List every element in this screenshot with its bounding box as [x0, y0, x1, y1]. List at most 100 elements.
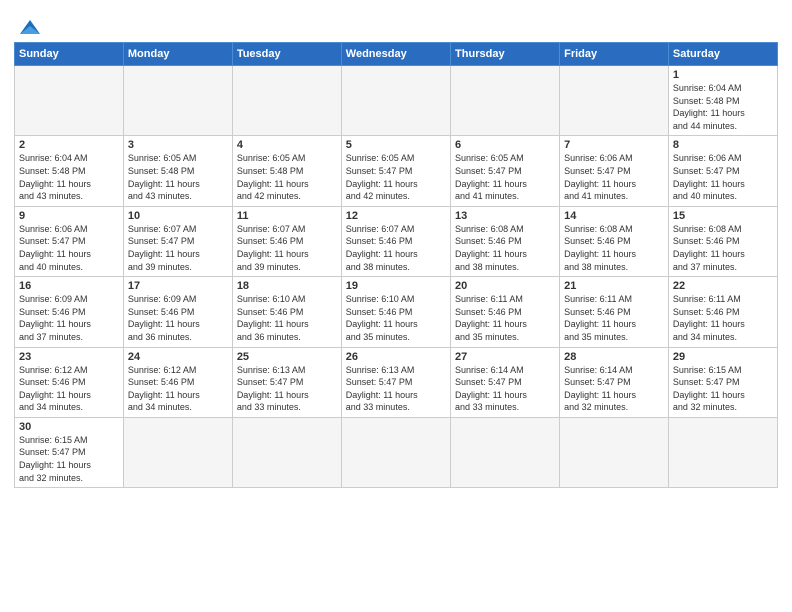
calendar-cell: 17Sunrise: 6:09 AM Sunset: 5:46 PM Dayli…	[123, 277, 232, 347]
day-number: 3	[128, 139, 228, 151]
calendar-header-sunday: Sunday	[15, 43, 124, 66]
calendar-cell: 27Sunrise: 6:14 AM Sunset: 5:47 PM Dayli…	[451, 347, 560, 417]
day-number: 21	[564, 280, 664, 292]
calendar-cell: 29Sunrise: 6:15 AM Sunset: 5:47 PM Dayli…	[668, 347, 777, 417]
day-info: Sunrise: 6:06 AM Sunset: 5:47 PM Dayligh…	[564, 152, 664, 202]
day-info: Sunrise: 6:08 AM Sunset: 5:46 PM Dayligh…	[455, 223, 555, 273]
calendar-cell: 1Sunrise: 6:04 AM Sunset: 5:48 PM Daylig…	[668, 66, 777, 136]
day-number: 18	[237, 280, 337, 292]
calendar-cell: 10Sunrise: 6:07 AM Sunset: 5:47 PM Dayli…	[123, 206, 232, 276]
day-number: 16	[19, 280, 119, 292]
calendar-cell	[560, 417, 669, 487]
day-info: Sunrise: 6:13 AM Sunset: 5:47 PM Dayligh…	[346, 364, 446, 414]
calendar-cell	[451, 417, 560, 487]
calendar-cell: 26Sunrise: 6:13 AM Sunset: 5:47 PM Dayli…	[341, 347, 450, 417]
day-info: Sunrise: 6:04 AM Sunset: 5:48 PM Dayligh…	[19, 152, 119, 202]
calendar-header-saturday: Saturday	[668, 43, 777, 66]
calendar-cell: 24Sunrise: 6:12 AM Sunset: 5:46 PM Dayli…	[123, 347, 232, 417]
day-number: 8	[673, 139, 773, 151]
day-info: Sunrise: 6:05 AM Sunset: 5:47 PM Dayligh…	[455, 152, 555, 202]
calendar-cell: 4Sunrise: 6:05 AM Sunset: 5:48 PM Daylig…	[232, 136, 341, 206]
day-info: Sunrise: 6:08 AM Sunset: 5:46 PM Dayligh…	[564, 223, 664, 273]
calendar-cell: 6Sunrise: 6:05 AM Sunset: 5:47 PM Daylig…	[451, 136, 560, 206]
day-info: Sunrise: 6:06 AM Sunset: 5:47 PM Dayligh…	[673, 152, 773, 202]
day-number: 14	[564, 210, 664, 222]
day-number: 5	[346, 139, 446, 151]
calendar-cell: 16Sunrise: 6:09 AM Sunset: 5:46 PM Dayli…	[15, 277, 124, 347]
calendar-cell: 28Sunrise: 6:14 AM Sunset: 5:47 PM Dayli…	[560, 347, 669, 417]
day-number: 11	[237, 210, 337, 222]
logo-icon	[16, 16, 44, 38]
calendar-cell	[123, 417, 232, 487]
day-info: Sunrise: 6:07 AM Sunset: 5:46 PM Dayligh…	[346, 223, 446, 273]
day-info: Sunrise: 6:10 AM Sunset: 5:46 PM Dayligh…	[346, 293, 446, 343]
day-info: Sunrise: 6:12 AM Sunset: 5:46 PM Dayligh…	[128, 364, 228, 414]
day-info: Sunrise: 6:07 AM Sunset: 5:47 PM Dayligh…	[128, 223, 228, 273]
day-info: Sunrise: 6:14 AM Sunset: 5:47 PM Dayligh…	[564, 364, 664, 414]
calendar-cell: 22Sunrise: 6:11 AM Sunset: 5:46 PM Dayli…	[668, 277, 777, 347]
day-number: 4	[237, 139, 337, 151]
day-info: Sunrise: 6:09 AM Sunset: 5:46 PM Dayligh…	[128, 293, 228, 343]
day-number: 6	[455, 139, 555, 151]
day-info: Sunrise: 6:10 AM Sunset: 5:46 PM Dayligh…	[237, 293, 337, 343]
day-number: 24	[128, 351, 228, 363]
page: SundayMondayTuesdayWednesdayThursdayFrid…	[0, 0, 792, 612]
calendar-cell: 19Sunrise: 6:10 AM Sunset: 5:46 PM Dayli…	[341, 277, 450, 347]
day-info: Sunrise: 6:15 AM Sunset: 5:47 PM Dayligh…	[673, 364, 773, 414]
calendar-cell: 15Sunrise: 6:08 AM Sunset: 5:46 PM Dayli…	[668, 206, 777, 276]
day-number: 17	[128, 280, 228, 292]
calendar-header-row: SundayMondayTuesdayWednesdayThursdayFrid…	[15, 43, 778, 66]
day-info: Sunrise: 6:07 AM Sunset: 5:46 PM Dayligh…	[237, 223, 337, 273]
calendar-header-friday: Friday	[560, 43, 669, 66]
day-number: 28	[564, 351, 664, 363]
calendar-cell	[232, 417, 341, 487]
day-number: 23	[19, 351, 119, 363]
calendar-cell: 9Sunrise: 6:06 AM Sunset: 5:47 PM Daylig…	[15, 206, 124, 276]
day-number: 26	[346, 351, 446, 363]
calendar-cell: 23Sunrise: 6:12 AM Sunset: 5:46 PM Dayli…	[15, 347, 124, 417]
day-info: Sunrise: 6:06 AM Sunset: 5:47 PM Dayligh…	[19, 223, 119, 273]
day-info: Sunrise: 6:05 AM Sunset: 5:48 PM Dayligh…	[237, 152, 337, 202]
day-number: 30	[19, 421, 119, 433]
day-info: Sunrise: 6:11 AM Sunset: 5:46 PM Dayligh…	[564, 293, 664, 343]
calendar-cell	[668, 417, 777, 487]
day-number: 2	[19, 139, 119, 151]
calendar-cell: 13Sunrise: 6:08 AM Sunset: 5:46 PM Dayli…	[451, 206, 560, 276]
day-info: Sunrise: 6:11 AM Sunset: 5:46 PM Dayligh…	[455, 293, 555, 343]
day-number: 15	[673, 210, 773, 222]
day-info: Sunrise: 6:11 AM Sunset: 5:46 PM Dayligh…	[673, 293, 773, 343]
day-info: Sunrise: 6:09 AM Sunset: 5:46 PM Dayligh…	[19, 293, 119, 343]
day-number: 10	[128, 210, 228, 222]
calendar-cell: 25Sunrise: 6:13 AM Sunset: 5:47 PM Dayli…	[232, 347, 341, 417]
calendar-cell: 2Sunrise: 6:04 AM Sunset: 5:48 PM Daylig…	[15, 136, 124, 206]
day-number: 7	[564, 139, 664, 151]
calendar-cell: 12Sunrise: 6:07 AM Sunset: 5:46 PM Dayli…	[341, 206, 450, 276]
calendar-cell: 14Sunrise: 6:08 AM Sunset: 5:46 PM Dayli…	[560, 206, 669, 276]
calendar-header-tuesday: Tuesday	[232, 43, 341, 66]
day-info: Sunrise: 6:05 AM Sunset: 5:48 PM Dayligh…	[128, 152, 228, 202]
calendar-cell: 5Sunrise: 6:05 AM Sunset: 5:47 PM Daylig…	[341, 136, 450, 206]
calendar-cell	[232, 66, 341, 136]
day-number: 19	[346, 280, 446, 292]
day-number: 27	[455, 351, 555, 363]
calendar-header-wednesday: Wednesday	[341, 43, 450, 66]
day-info: Sunrise: 6:14 AM Sunset: 5:47 PM Dayligh…	[455, 364, 555, 414]
calendar-cell: 21Sunrise: 6:11 AM Sunset: 5:46 PM Dayli…	[560, 277, 669, 347]
calendar-cell: 18Sunrise: 6:10 AM Sunset: 5:46 PM Dayli…	[232, 277, 341, 347]
calendar-header-monday: Monday	[123, 43, 232, 66]
day-info: Sunrise: 6:15 AM Sunset: 5:47 PM Dayligh…	[19, 434, 119, 484]
calendar-cell	[560, 66, 669, 136]
logo	[14, 12, 44, 34]
calendar-cell: 8Sunrise: 6:06 AM Sunset: 5:47 PM Daylig…	[668, 136, 777, 206]
calendar-cell: 20Sunrise: 6:11 AM Sunset: 5:46 PM Dayli…	[451, 277, 560, 347]
calendar-cell	[341, 66, 450, 136]
header	[14, 12, 778, 34]
day-number: 20	[455, 280, 555, 292]
day-info: Sunrise: 6:13 AM Sunset: 5:47 PM Dayligh…	[237, 364, 337, 414]
day-number: 22	[673, 280, 773, 292]
calendar-header-thursday: Thursday	[451, 43, 560, 66]
day-number: 9	[19, 210, 119, 222]
day-number: 1	[673, 69, 773, 81]
calendar-cell	[15, 66, 124, 136]
day-info: Sunrise: 6:12 AM Sunset: 5:46 PM Dayligh…	[19, 364, 119, 414]
